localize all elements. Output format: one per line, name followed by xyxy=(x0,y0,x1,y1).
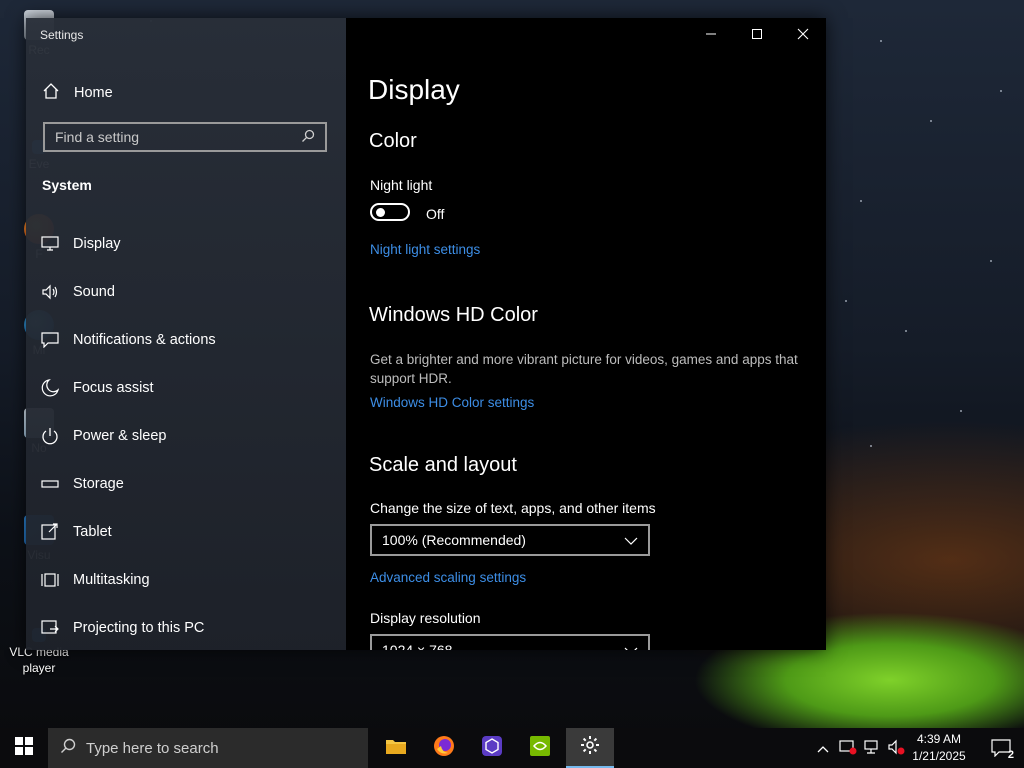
hd-color-heading: Windows HD Color xyxy=(369,304,538,326)
scale-dropdown[interactable]: 100% (Recommended) xyxy=(370,524,650,556)
show-hidden-icons-button[interactable] xyxy=(812,728,834,768)
tray-security-button[interactable] xyxy=(836,728,860,768)
night-light-settings-link[interactable]: Night light settings xyxy=(370,242,480,257)
storage-icon xyxy=(40,475,59,494)
security-alert-icon xyxy=(839,739,857,758)
start-button[interactable] xyxy=(0,728,48,768)
scale-layout-heading: Scale and layout xyxy=(369,454,517,476)
taskbar-app[interactable] xyxy=(468,728,516,768)
nav-item-label: Projecting to this PC xyxy=(73,620,205,636)
nav-item-label: Notifications & actions xyxy=(73,332,216,348)
nav-item-label: Storage xyxy=(73,476,124,492)
window-controls xyxy=(688,18,826,50)
nav-item-notifications[interactable]: Notifications & actions xyxy=(40,316,340,364)
home-link[interactable]: Home xyxy=(42,82,113,104)
nav-item-label: Tablet xyxy=(73,524,112,540)
chevron-down-icon xyxy=(624,532,638,548)
nav-item-storage[interactable]: Storage xyxy=(40,460,340,508)
resolution-dropdown[interactable]: 1024 × 768 xyxy=(370,634,650,650)
taskbar-file-explorer[interactable] xyxy=(372,728,420,768)
monitor-icon xyxy=(40,235,59,254)
search-icon xyxy=(301,129,315,146)
projector-icon xyxy=(40,619,59,638)
clock-time: 4:39 AM xyxy=(916,732,962,746)
taskbar: Type here to search 4:39 AM 1/21/2025 2 xyxy=(0,728,1024,768)
tablet-icon xyxy=(40,523,59,542)
maximize-button[interactable] xyxy=(734,18,780,50)
home-icon xyxy=(42,82,60,104)
nav-item-sound[interactable]: Sound xyxy=(40,268,340,316)
nav-item-multitasking[interactable]: Multitasking xyxy=(40,556,340,604)
scale-label: Change the size of text, apps, and other… xyxy=(370,500,656,516)
nav-item-power-sleep[interactable]: Power & sleep xyxy=(40,412,340,460)
moon-icon xyxy=(40,379,59,398)
action-center-button[interactable]: 2 xyxy=(978,728,1024,768)
night-light-toggle[interactable] xyxy=(370,203,410,221)
section-heading-system: System xyxy=(42,177,92,193)
settings-nav: Display Sound Notifications & actions Fo… xyxy=(40,220,340,652)
nav-item-label: Focus assist xyxy=(73,380,154,396)
multitasking-icon xyxy=(40,571,59,590)
scale-value: 100% (Recommended) xyxy=(382,532,526,548)
notification-icon: 2 xyxy=(991,739,1014,761)
chevron-down-icon xyxy=(624,642,638,650)
toggle-knob xyxy=(376,208,385,217)
firefox-icon xyxy=(433,735,455,762)
nav-item-label: Display xyxy=(73,236,121,252)
window-title: Settings xyxy=(40,28,84,42)
speaker-icon xyxy=(40,283,59,302)
file-explorer-icon xyxy=(385,737,407,760)
advanced-scaling-link[interactable]: Advanced scaling settings xyxy=(370,570,526,585)
night-light-label: Night light xyxy=(370,177,433,193)
message-icon xyxy=(40,331,59,350)
nav-item-label: Power & sleep xyxy=(73,428,167,444)
home-label: Home xyxy=(74,85,113,101)
tray-network-button[interactable] xyxy=(860,728,884,768)
taskbar-search-box[interactable]: Type here to search xyxy=(48,728,368,768)
hd-color-settings-link[interactable]: Windows HD Color settings xyxy=(370,395,534,410)
nav-item-tablet[interactable]: Tablet xyxy=(40,508,340,556)
nav-item-label: Multitasking xyxy=(73,572,150,588)
taskbar-settings[interactable] xyxy=(566,728,614,768)
taskbar-firefox[interactable] xyxy=(420,728,468,768)
nav-item-projecting[interactable]: Projecting to this PC xyxy=(40,604,340,652)
windows-logo-icon xyxy=(15,736,33,760)
close-button[interactable] xyxy=(780,18,826,50)
taskbar-clock[interactable]: 4:39 AM 1/21/2025 xyxy=(904,731,974,765)
find-setting-placeholder: Find a setting xyxy=(55,129,140,145)
settings-sidebar: Settings Home Find a setting System Disp… xyxy=(26,18,346,650)
resolution-label: Display resolution xyxy=(370,610,481,626)
nav-item-display[interactable]: Display xyxy=(40,220,340,268)
page-title: Display xyxy=(368,74,460,105)
nvidia-icon xyxy=(529,735,551,762)
volume-muted-icon xyxy=(887,739,905,758)
color-heading: Color xyxy=(369,130,417,152)
chevron-up-icon xyxy=(817,740,829,756)
minimize-button[interactable] xyxy=(688,18,734,50)
night-light-state: Off xyxy=(426,206,445,222)
nav-item-focus-assist[interactable]: Focus assist xyxy=(40,364,340,412)
network-icon xyxy=(863,739,881,758)
app-icon xyxy=(481,735,503,762)
nav-item-label: Sound xyxy=(73,284,115,300)
hd-color-description: Get a brighter and more vibrant picture … xyxy=(370,352,798,386)
notification-count: 2 xyxy=(1007,749,1014,761)
clock-date: 1/21/2025 xyxy=(912,749,966,763)
settings-window: Settings Home Find a setting System Disp… xyxy=(26,18,826,650)
settings-gear-icon xyxy=(580,735,600,760)
settings-content: Display Color Night light Off Night ligh… xyxy=(346,18,826,650)
power-icon xyxy=(40,427,59,446)
taskbar-nvidia[interactable] xyxy=(516,728,564,768)
resolution-value: 1024 × 768 xyxy=(382,642,453,650)
taskbar-search-placeholder: Type here to search xyxy=(86,739,219,757)
find-setting-input[interactable]: Find a setting xyxy=(43,122,327,152)
search-icon xyxy=(60,738,76,758)
